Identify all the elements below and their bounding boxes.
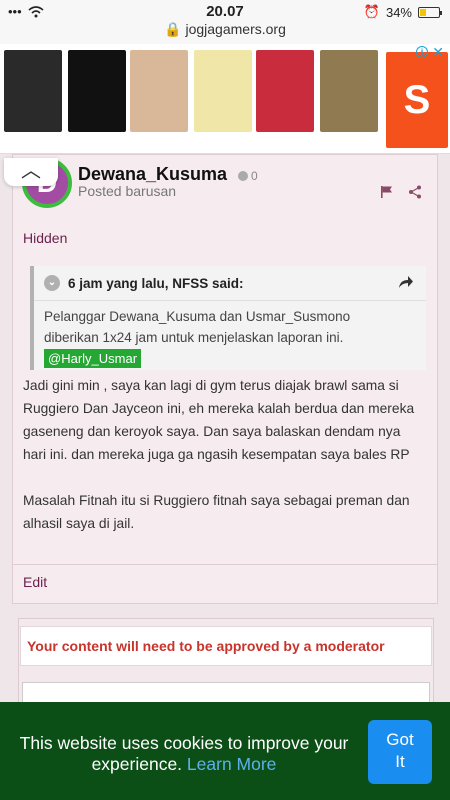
status-dot [238, 171, 248, 181]
post-paragraph: Masalah Fitnah itu si Ruggiero fitnah sa… [23, 493, 410, 531]
user-mention[interactable]: @Harly_Usmar [44, 349, 142, 368]
post-paragraph: Jadi gini min , saya kan lagi di gym ter… [23, 378, 415, 462]
divider [12, 564, 438, 565]
ad-product[interactable] [130, 50, 188, 132]
ad-banner[interactable]: S i ✕ [0, 44, 450, 154]
post-body: Jadi gini min , saya kan lagi di gym ter… [23, 374, 423, 558]
forward-icon[interactable] [398, 275, 414, 289]
shopee-logo[interactable]: S [386, 52, 448, 148]
post-timestamp: Posted barusan [78, 183, 177, 199]
url-text: jogjagamers.org [185, 21, 286, 37]
learn-more-link[interactable]: Learn More [187, 754, 277, 774]
address-bar[interactable]: 🔒 jogjagamers.org [0, 21, 450, 38]
got-it-button[interactable]: Got It [368, 720, 432, 784]
close-icon[interactable]: ✕ [432, 44, 444, 61]
cookie-message: This website uses cookies to improve you… [14, 733, 354, 775]
quote-text: Pelanggar Dewana_Kusuma dan Usmar_Susmon… [44, 309, 351, 345]
ad-product[interactable] [256, 50, 314, 132]
edit-link[interactable]: Edit [23, 574, 47, 590]
ad-product[interactable] [194, 50, 252, 132]
quote-header[interactable]: ⌄ 6 jam yang lalu, NFSS said: [44, 275, 244, 291]
post-count: 0 [251, 169, 258, 183]
chevron-down-icon[interactable]: ⌄ [44, 275, 60, 291]
post-author[interactable]: Dewana_Kusuma [78, 164, 227, 185]
battery-area: ⏰ 34% [363, 4, 442, 20]
hidden-label[interactable]: Hidden [23, 230, 67, 246]
moderation-notice: Your content will need to be approved by… [20, 626, 432, 666]
quote-block: ⌄ 6 jam yang lalu, NFSS said: Pelanggar … [30, 266, 426, 370]
quote-body: Pelanggar Dewana_Kusuma dan Usmar_Susmon… [44, 306, 404, 369]
battery-icon [418, 6, 442, 18]
ad-product[interactable] [320, 50, 378, 132]
ad-product[interactable] [68, 50, 126, 132]
flag-icon[interactable] [380, 185, 394, 199]
ad-product[interactable] [4, 50, 62, 132]
alarm-icon: ⏰ [363, 4, 380, 19]
divider [34, 300, 426, 301]
cookie-text: This website uses cookies to improve you… [19, 733, 349, 774]
chevron-up-icon[interactable]: ︿ [4, 158, 58, 186]
lock-icon: 🔒 [164, 21, 182, 37]
share-icon[interactable] [408, 185, 422, 199]
quote-citation: 6 jam yang lalu, NFSS said: [68, 275, 244, 291]
battery-percent: 34% [385, 4, 412, 20]
ad-info-icon[interactable]: i [416, 46, 428, 58]
status-bar: ••• 20.07 🔒 jogjagamers.org ⏰ 34% [0, 0, 450, 44]
